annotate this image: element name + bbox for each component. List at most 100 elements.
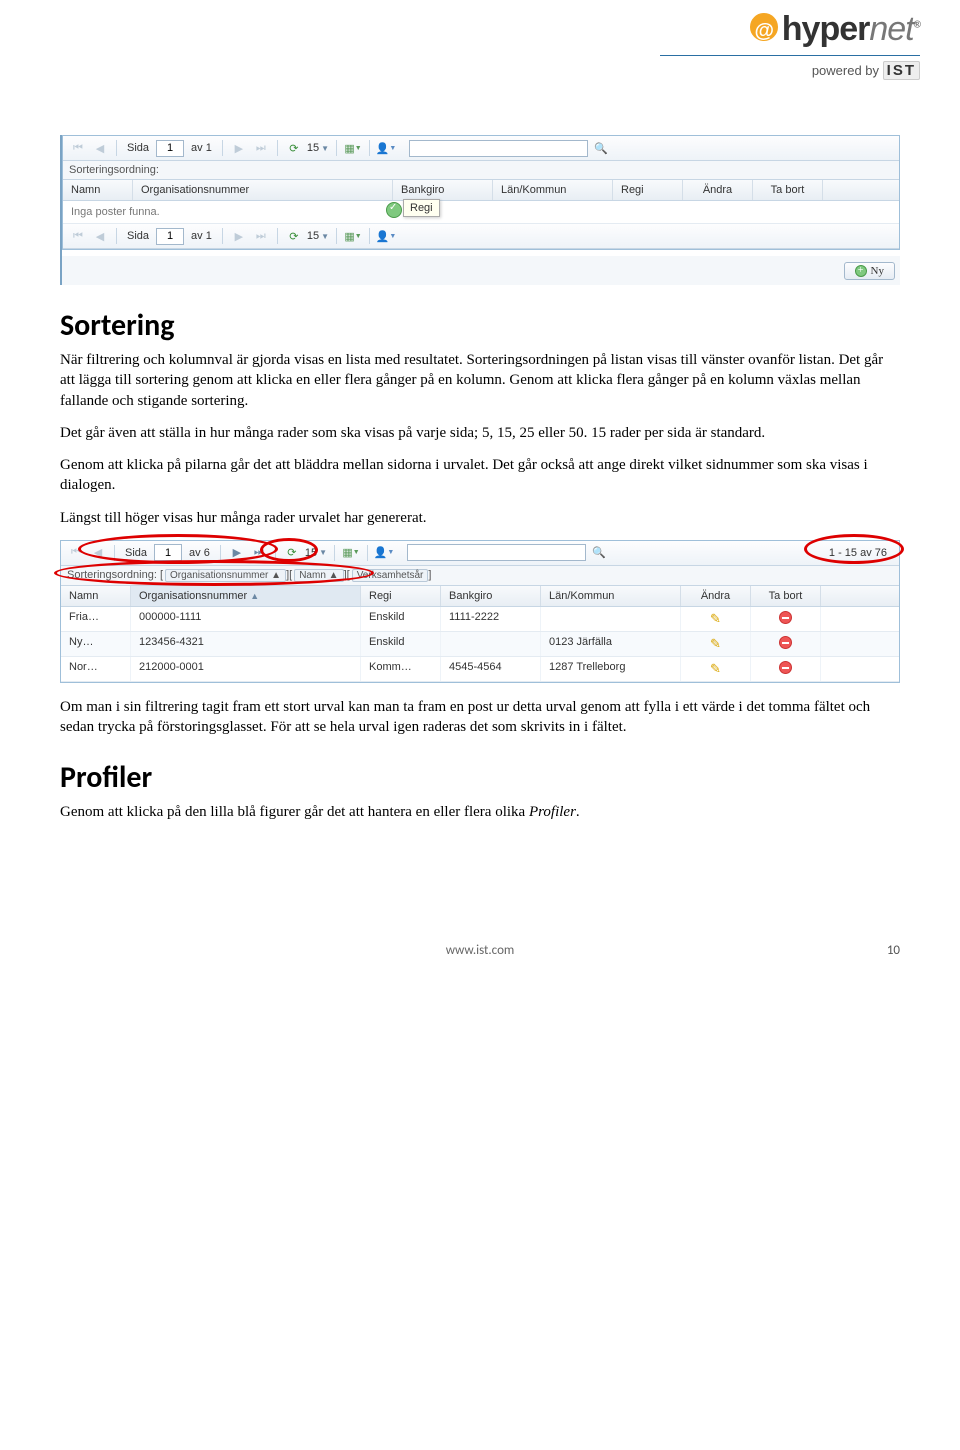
refresh-icon[interactable]: ⟳ (285, 227, 303, 245)
next-page-icon[interactable]: ▶ (228, 544, 246, 562)
prev-page-icon[interactable]: ◀ (89, 544, 107, 562)
refresh-icon[interactable]: ⟳ (285, 139, 303, 157)
last-page-icon[interactable]: ⏭ (250, 544, 268, 562)
brand-logo: @hypernet® powered by IST (660, 10, 920, 79)
page-label: Sida (127, 230, 149, 242)
page-input[interactable] (156, 140, 184, 157)
col-andra[interactable]: Ändra (683, 180, 753, 200)
col-lan[interactable]: Län/Kommun (493, 180, 613, 200)
drag-tooltip: ✓Regi (403, 199, 440, 217)
last-page-icon[interactable]: ⏭ (252, 139, 270, 157)
first-page-icon[interactable]: ⏮ (69, 227, 87, 245)
page-input[interactable] (156, 228, 184, 245)
rows-per-page-dropdown[interactable]: 15▼ (307, 142, 329, 154)
cell-org: 123456-4321 (131, 632, 361, 656)
cell-regi: Komm… (361, 657, 441, 681)
profile-icon[interactable]: 👤▼ (377, 139, 395, 157)
page-of-label: av 1 (191, 230, 212, 242)
prev-page-icon[interactable]: ◀ (91, 227, 109, 245)
columns-icon[interactable]: ▦▼ (342, 544, 360, 562)
col-org[interactable]: Organisationsnummer ▲ (131, 586, 361, 606)
page-number: 10 (887, 943, 900, 958)
cell-namn: Fria… (61, 607, 131, 631)
pencil-icon: ✎ (710, 636, 721, 651)
page-input[interactable] (154, 544, 182, 561)
prev-page-icon[interactable]: ◀ (91, 139, 109, 157)
sort-tag[interactable]: Namn ▲ (294, 569, 343, 582)
search-input[interactable] (407, 544, 586, 561)
col-regi[interactable]: Regi (361, 586, 441, 606)
cell-delete[interactable] (751, 657, 821, 681)
cell-edit[interactable]: ✎ (681, 632, 751, 656)
cell-delete[interactable] (751, 607, 821, 631)
profile-icon[interactable]: 👤▼ (377, 227, 395, 245)
cell-namn: Nor… (61, 657, 131, 681)
col-namn[interactable]: Namn (63, 180, 133, 200)
col-tabort[interactable]: Ta bort (753, 180, 823, 200)
pencil-icon: ✎ (710, 661, 721, 676)
rows-per-page-dropdown[interactable]: 15▼ (307, 230, 329, 242)
first-page-icon[interactable]: ⏮ (69, 139, 87, 157)
search-icon[interactable]: 🔍 (592, 139, 610, 157)
col-tabort[interactable]: Ta bort (751, 586, 821, 606)
last-page-icon[interactable]: ⏭ (252, 227, 270, 245)
sort-order-row: Sorteringsordning: [Organisationsnummer … (61, 566, 899, 586)
column-header-row: Namn Organisationsnummer Bankgiro Län/Ko… (63, 180, 899, 201)
table-row[interactable]: Nor…212000-0001Komm…4545-45641287 Trelle… (61, 657, 899, 682)
heading-profiler: Profiler (60, 759, 900, 796)
new-button[interactable]: +Ny (844, 262, 895, 280)
columns-icon[interactable]: ▦▼ (344, 139, 362, 157)
sort-label: Sorteringsordning: (67, 569, 157, 581)
column-header-row: Namn Organisationsnummer ▲ Regi Bankgiro… (61, 586, 899, 607)
cell-edit[interactable]: ✎ (681, 607, 751, 631)
grid-panel-1: ⏮ ◀ Sida av 1 ▶ ⏭ ⟳ 15▼ ▦▼ 👤▼ 🔍 Sorterin… (62, 135, 900, 250)
col-bankgiro[interactable]: Bankgiro (393, 180, 493, 200)
delete-icon (779, 636, 792, 649)
cell-org: 212000-0001 (131, 657, 361, 681)
columns-icon[interactable]: ▦▼ (344, 227, 362, 245)
search-input[interactable] (409, 140, 588, 157)
para-1: När filtrering och kolumnval är gjorda v… (60, 350, 900, 411)
page-of-label: av 6 (189, 547, 210, 559)
cell-bank (441, 632, 541, 656)
delete-icon (779, 611, 792, 624)
cell-edit[interactable]: ✎ (681, 657, 751, 681)
sort-tag[interactable]: Organisationsnummer ▲ (165, 569, 286, 582)
pager-toolbar-bottom: ⏮ ◀ Sida av 1 ▶ ⏭ ⟳ 15▼ ▦▼ 👤▼ (63, 224, 899, 249)
sort-label: Sorteringsordning: (69, 164, 159, 176)
logo-text: hyper (782, 10, 870, 48)
page-label: Sida (127, 142, 149, 154)
para-2: Det går även att ställa in hur många rad… (60, 423, 900, 443)
table-row[interactable]: Fria…000000-1111Enskild1111-2222✎ (61, 607, 899, 632)
search-icon[interactable]: 🔍 (590, 544, 608, 562)
cell-delete[interactable] (751, 632, 821, 656)
table-row[interactable]: Ny…123456-4321Enskild0123 Järfälla✎ (61, 632, 899, 657)
next-page-icon[interactable]: ▶ (230, 139, 248, 157)
para-6: Genom att klicka på den lilla blå figure… (60, 802, 900, 822)
cell-lan: 1287 Trelleborg (541, 657, 681, 681)
pager-toolbar: ⏮ ◀ Sida av 6 ▶ ⏭ ⟳ 15▼ ▦▼ 👤▼ 🔍 1 - 15 a… (61, 541, 899, 566)
profile-icon[interactable]: 👤▼ (375, 544, 393, 562)
col-lan[interactable]: Län/Kommun (541, 586, 681, 606)
cell-lan (541, 607, 681, 631)
para-4: Längst till höger visas hur många rader … (60, 508, 900, 528)
powered-by-label: powered by (812, 63, 879, 78)
refresh-icon[interactable]: ⟳ (283, 544, 301, 562)
heading-sortering: Sortering (60, 307, 900, 344)
col-org[interactable]: Organisationsnummer (133, 180, 393, 200)
col-bankgiro[interactable]: Bankgiro (441, 586, 541, 606)
next-page-icon[interactable]: ▶ (230, 227, 248, 245)
cell-namn: Ny… (61, 632, 131, 656)
cell-bank: 4545-4564 (441, 657, 541, 681)
rows-per-page-dropdown[interactable]: 15▼ (305, 547, 327, 559)
page-label: Sida (125, 547, 147, 559)
sort-tag[interactable]: Verksamhetsår (352, 569, 429, 582)
col-regi[interactable]: Regi (613, 180, 683, 200)
col-andra[interactable]: Ändra (681, 586, 751, 606)
col-namn[interactable]: Namn (61, 586, 131, 606)
cell-bank: 1111-2222 (441, 607, 541, 631)
para-5: Om man i sin filtrering tagit fram ett s… (60, 697, 900, 738)
sort-order-row: Sorteringsordning: (63, 161, 899, 180)
first-page-icon[interactable]: ⏮ (67, 544, 85, 562)
plus-icon: + (855, 265, 867, 277)
